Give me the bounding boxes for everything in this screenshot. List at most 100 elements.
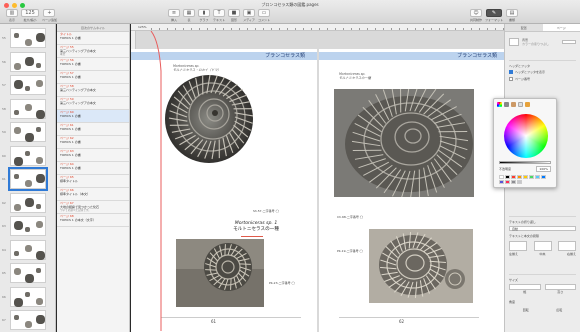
color-swatch[interactable] xyxy=(541,175,546,179)
collaborate-icon: ☺ xyxy=(470,9,482,17)
color-swatch[interactable] xyxy=(523,175,528,179)
color-swatch[interactable] xyxy=(511,175,516,179)
page-thumbnail[interactable] xyxy=(10,75,46,95)
pencils-mode-icon[interactable] xyxy=(525,102,530,107)
color-picker-popover[interactable]: 不透明度 100% xyxy=(493,98,557,188)
color-swatch[interactable] xyxy=(517,180,522,184)
page-thumbnail[interactable] xyxy=(10,98,46,119)
outline-item[interactable]: ページ 60 TOPICS 1 の書 xyxy=(57,110,129,123)
color-swatch[interactable] xyxy=(499,175,504,179)
header-footer-checkbox[interactable] xyxy=(509,70,513,74)
comment-button[interactable]: ▭ コメント xyxy=(258,9,270,22)
ruler-tick xyxy=(183,28,184,30)
ammonite-photo-large-right[interactable] xyxy=(334,89,474,197)
image-mode-icon[interactable] xyxy=(518,102,523,107)
outline-item[interactable]: ページ 55 第三ハンティングアの本文 本文 xyxy=(57,45,129,58)
photo-caption-top: Mortoniceras sp. モルトニセラスの一種 xyxy=(339,72,371,80)
ruler-tick xyxy=(327,28,328,30)
palette-mode-icon[interactable] xyxy=(511,102,516,107)
outline-item[interactable]: ページ 63 TOPICS 1 の書 xyxy=(57,149,129,162)
outline-item-text: 第三ハンティングアの本文 xyxy=(60,87,96,92)
page-thumbnail[interactable] xyxy=(10,145,46,166)
page-thumbnail[interactable] xyxy=(10,263,46,283)
ammonite-photo-large[interactable] xyxy=(161,67,257,167)
opacity-field[interactable]: 100% xyxy=(536,166,551,172)
color-swatch[interactable] xyxy=(499,180,504,184)
page-thumbnail[interactable] xyxy=(8,167,48,191)
format-button[interactable]: ✎ フォーマット xyxy=(485,9,503,22)
footer-rule xyxy=(161,317,301,318)
tab-arrange[interactable]: 配置 xyxy=(505,24,543,31)
color-swatch[interactable] xyxy=(505,180,510,184)
outline-item[interactable]: ページ 59 第三ハンティングアの本文 xyxy=(57,97,129,110)
angle-label: 角度 xyxy=(509,300,516,304)
page-number-label: ページ番号 xyxy=(515,77,530,81)
add-page-button[interactable]: + ページ追加 xyxy=(42,9,57,22)
text-wrap-popup[interactable]: 自動 xyxy=(509,226,576,231)
outline-item[interactable]: ページ 65 標準タイトル xyxy=(57,175,129,188)
page-thumbnail[interactable] xyxy=(10,192,46,213)
color-wheel[interactable] xyxy=(504,114,548,158)
outline-item-text: TOPICS 1 の書 xyxy=(60,113,81,118)
background-popup[interactable] xyxy=(562,40,576,44)
brightness-slider[interactable] xyxy=(499,161,551,164)
insert-button[interactable]: ≡ 挿入 xyxy=(168,9,180,22)
outline-item[interactable]: ページ 68 TOPICS 1 の本文（文字） xyxy=(57,214,129,227)
outline-item[interactable]: ページ 62 TOPICS 1 の書 xyxy=(57,136,129,149)
page-thumbnail[interactable] xyxy=(10,51,46,72)
page-thumbnail[interactable] xyxy=(10,122,46,142)
outline-item[interactable]: ページ 64 TOPICS 1 の書 xyxy=(57,162,129,175)
color-swatch[interactable] xyxy=(529,175,534,179)
outline-item[interactable]: ページ 57 TOPICS 1 の書 xyxy=(57,71,129,84)
outline-item[interactable]: ページ 58 第三ハンティングアの本文 xyxy=(57,84,129,97)
outline-item[interactable]: ページ 56 TOPICS 1 の書 xyxy=(57,58,129,71)
background-color-well[interactable] xyxy=(509,38,519,46)
ammonite-photo-small-right[interactable] xyxy=(369,229,473,303)
page-thumbnail[interactable] xyxy=(10,286,46,307)
chart-button[interactable]: ▮ グラフ xyxy=(198,9,210,22)
document-button[interactable]: ▤ 書類 xyxy=(506,9,519,22)
color-swatch[interactable] xyxy=(511,180,516,184)
ruler-tick xyxy=(287,28,288,30)
text-button[interactable]: T テキスト xyxy=(213,9,225,22)
page-62[interactable]: ブランコセラス類 Mortoniceras sp. モルトニセラスの一種 Ch.… xyxy=(319,49,504,332)
thumbnail-image xyxy=(36,203,41,209)
outline-item[interactable]: タイトル TOPICS 1 の書 xyxy=(57,32,129,45)
thumbnail-image xyxy=(14,33,19,38)
align-center-button[interactable] xyxy=(533,241,552,251)
sliders-mode-icon[interactable] xyxy=(504,102,509,107)
outline-item-text: 第三ハンティングアの本文 xyxy=(60,100,96,105)
outline-item[interactable]: ページ 66 標準タイトル（本文） xyxy=(57,188,129,201)
ruler-tick xyxy=(319,28,320,30)
document-canvas[interactable]: 125% ブランコセラス類 Mortoniceras sp. モルトニセラス・ロ… xyxy=(131,24,504,332)
shape-button[interactable]: ■ 図形 xyxy=(228,9,240,22)
page-number-checkbox[interactable] xyxy=(509,77,513,81)
color-swatch[interactable] xyxy=(535,175,540,179)
table-button[interactable]: ▦ 表 xyxy=(183,9,195,22)
color-swatch[interactable] xyxy=(517,175,522,179)
page-thumbnail[interactable] xyxy=(10,216,46,236)
zoom-button[interactable]: 125 拡大/縮小 xyxy=(21,9,39,22)
ammonite-photo-small[interactable] xyxy=(176,239,264,307)
outline-item[interactable]: ページ 67 大地の観察で見つかった化石 ついての調べた記録です。 xyxy=(57,201,129,214)
color-wheel-mode-icon[interactable] xyxy=(497,102,502,107)
horizontal-ruler[interactable]: 125% xyxy=(131,24,504,31)
table-icon: ▦ xyxy=(183,9,195,17)
page-thumbnail[interactable] xyxy=(10,28,46,48)
page-number-row: ページ番号 xyxy=(509,77,576,81)
page-thumbnail[interactable] xyxy=(10,310,46,330)
outline-item[interactable]: ページ 61 TOPICS 1 の書 xyxy=(57,123,129,136)
ruler-tick xyxy=(439,28,440,30)
spacing-label: テキストと本文の間隔 xyxy=(509,234,539,238)
tab-page[interactable]: ページ xyxy=(542,24,580,31)
document-icon: ▤ xyxy=(506,9,519,17)
collaborate-button[interactable]: ☺ 共同制作 xyxy=(470,9,482,22)
thumbnail-image xyxy=(36,33,45,42)
page-thumbnails-sidebar[interactable]: 55 56 57 58 59 60 61 62 63 64 65 66 67 xyxy=(0,24,56,332)
page-thumbnail[interactable] xyxy=(10,239,46,260)
media-button[interactable]: ▣ メディア xyxy=(243,9,255,22)
align-left-button[interactable] xyxy=(509,241,527,251)
view-button[interactable]: ▥ 表示 xyxy=(6,9,18,22)
align-right-button[interactable] xyxy=(558,241,576,251)
color-swatch[interactable] xyxy=(505,175,510,179)
